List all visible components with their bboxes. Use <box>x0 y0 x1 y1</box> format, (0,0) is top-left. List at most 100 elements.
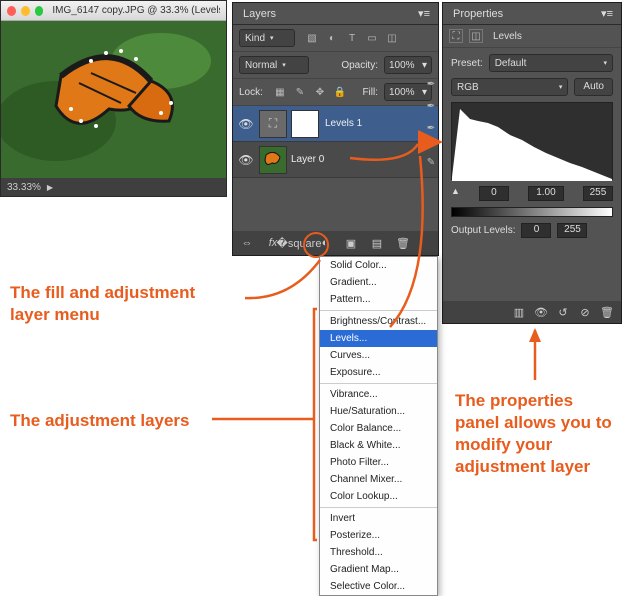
menu-item[interactable]: Posterize... <box>320 527 437 544</box>
adjustment-layer-menu[interactable]: Solid Color...Gradient...Pattern... Brigh… <box>319 256 438 596</box>
layers-footer: ⇔ fx �square ◐ ▣ ▤ 🗑 <box>233 231 438 255</box>
output-black-input[interactable]: 0 <box>521 223 551 238</box>
properties-tab[interactable]: Properties <box>443 4 513 24</box>
output-label: Output Levels: <box>451 225 515 236</box>
arrow-head-icon <box>529 328 541 342</box>
layer-name[interactable]: Levels 1 <box>325 118 362 129</box>
layer-row-image[interactable]: 👁 Layer 0 <box>233 142 438 178</box>
clip-to-layer-icon[interactable]: ▥ <box>511 304 527 320</box>
panel-menu-icon[interactable]: ▾≡ <box>410 7 438 20</box>
auto-button[interactable]: Auto <box>574 78 613 96</box>
zoom-level[interactable]: 33.33% <box>7 182 41 193</box>
slider-handle-icon[interactable]: ▲ <box>451 186 460 201</box>
levels-adjustment-icon: ⛶ <box>449 29 463 43</box>
layer-filter-kind[interactable]: Kind▾ <box>239 29 295 47</box>
eyedropper-gray-icon[interactable]: ✒ <box>424 99 438 113</box>
menu-item[interactable]: Levels... <box>320 330 437 347</box>
histogram[interactable] <box>451 102 613 180</box>
blend-mode-select[interactable]: Normal▾ <box>239 56 309 74</box>
new-layer-icon[interactable]: ▤ <box>369 235 385 251</box>
eyedropper-tools: ✒ ✒ ✒ ✎ <box>421 77 441 169</box>
menu-item[interactable]: Channel Mixer... <box>320 471 437 488</box>
menu-item[interactable]: Gradient... <box>320 274 437 291</box>
filter-smart-icon[interactable]: ◫ <box>385 31 399 45</box>
arrow-curve-2 <box>245 260 320 298</box>
eyedropper-white-icon[interactable]: ✒ <box>424 121 438 135</box>
status-bar: 33.33% ▶ <box>1 178 226 196</box>
opacity-input[interactable]: 100%▾ <box>384 56 432 74</box>
levels-histogram-icon: ⛶ <box>269 116 277 131</box>
layers-panel: Layers ▾≡ Kind▾ ▧ ◐ T ▭ ◫ Normal▾ Opacit… <box>232 2 439 256</box>
adjustment-thumb: ⛶ <box>259 110 287 138</box>
menu-item[interactable]: Black & White... <box>320 437 437 454</box>
edit-icon[interactable]: ✎ <box>424 155 438 169</box>
chevron-right-icon[interactable]: ▶ <box>47 183 53 192</box>
layer-row-levels[interactable]: 👁 ⛶ Levels 1 <box>233 106 438 142</box>
butterfly-image <box>1 21 226 178</box>
preset-select[interactable]: Default▾ <box>489 54 613 72</box>
window-title: IMG_6147 copy.JPG @ 33.3% (Levels 1,... <box>52 5 220 16</box>
menu-item[interactable]: Selective Color... <box>320 578 437 595</box>
lock-position-icon[interactable]: ✥ <box>313 85 327 99</box>
layers-filter-row: Kind▾ ▧ ◐ T ▭ ◫ <box>233 25 438 52</box>
mask-icon[interactable]: ◫ <box>469 29 483 43</box>
menu-item[interactable]: Color Lookup... <box>320 488 437 505</box>
link-layers-icon[interactable]: ⇔ <box>239 235 255 251</box>
delete-adjustment-icon[interactable]: 🗑 <box>599 304 615 320</box>
menu-item[interactable]: Gradient Map... <box>320 561 437 578</box>
lock-pixels-icon[interactable]: ✎ <box>293 85 307 99</box>
close-icon[interactable] <box>7 6 16 16</box>
input-white-input[interactable]: 255 <box>583 186 613 201</box>
layer-name[interactable]: Layer 0 <box>291 154 324 165</box>
menu-item[interactable]: Solid Color... <box>320 257 437 274</box>
menu-item[interactable]: Vibrance... <box>320 386 437 403</box>
window-titlebar[interactable]: IMG_6147 copy.JPG @ 33.3% (Levels 1,... <box>1 1 226 21</box>
reset-icon[interactable]: ↺ <box>555 304 571 320</box>
fill-label: Fill: <box>362 87 378 98</box>
menu-item[interactable]: Invert <box>320 510 437 527</box>
input-black-input[interactable]: 0 <box>479 186 509 201</box>
input-levels-row: ▲ 0 1.00 255 <box>451 186 613 201</box>
minimize-icon[interactable] <box>21 6 30 16</box>
add-mask-icon[interactable]: �square <box>291 235 307 251</box>
output-gradient[interactable] <box>451 207 613 217</box>
visibility-toggle-icon[interactable]: 👁 <box>233 117 259 131</box>
menu-item[interactable]: Photo Filter... <box>320 454 437 471</box>
filter-adjustment-icon[interactable]: ◐ <box>325 31 339 45</box>
filter-shape-icon[interactable]: ▭ <box>365 31 379 45</box>
menu-item[interactable]: Hue/Saturation... <box>320 403 437 420</box>
filter-pixel-icon[interactable]: ▧ <box>305 31 319 45</box>
adjustment-type-label: Levels <box>493 31 522 42</box>
lock-transparent-icon[interactable]: ▦ <box>273 85 287 99</box>
layer-mask-thumb[interactable] <box>291 110 319 138</box>
eyedropper-black-icon[interactable]: ✒ <box>424 77 438 91</box>
lock-all-icon[interactable]: 🔒 <box>333 85 347 99</box>
toggle-visibility-icon[interactable]: ⊘ <box>577 304 593 320</box>
menu-item[interactable]: Color Balance... <box>320 420 437 437</box>
menu-item[interactable]: Exposure... <box>320 364 437 381</box>
menu-item[interactable]: Pattern... <box>320 291 437 308</box>
properties-type-row: ⛶ ◫ Levels <box>443 25 621 48</box>
opacity-label: Opacity: <box>341 60 378 71</box>
input-mid-input[interactable]: 1.00 <box>528 186 564 201</box>
channel-select[interactable]: RGB▾ <box>451 78 568 96</box>
output-white-input[interactable]: 255 <box>557 223 587 238</box>
image-canvas[interactable] <box>1 21 226 178</box>
filter-type-icon[interactable]: T <box>345 31 359 45</box>
new-adjustment-icon[interactable]: ◐ <box>317 235 333 251</box>
layers-tab[interactable]: Layers <box>233 4 286 24</box>
new-group-icon[interactable]: ▣ <box>343 235 359 251</box>
menu-item[interactable]: Threshold... <box>320 544 437 561</box>
lock-label: Lock: <box>239 87 263 98</box>
bracket <box>314 309 317 540</box>
maximize-icon[interactable] <box>35 6 44 16</box>
visibility-toggle-icon[interactable]: 👁 <box>233 153 259 167</box>
menu-item[interactable]: Curves... <box>320 347 437 364</box>
annotation-propspanel: The properties panel allows you to modif… <box>455 390 620 478</box>
delete-layer-icon[interactable]: 🗑 <box>395 235 411 251</box>
properties-panel: Properties ▾≡ ⛶ ◫ Levels Preset: Default… <box>442 2 622 324</box>
menu-item[interactable]: Brightness/Contrast... <box>320 313 437 330</box>
annotation-adjlayers: The adjustment layers <box>10 410 190 432</box>
view-previous-icon[interactable]: 👁 <box>533 304 549 320</box>
panel-menu-icon[interactable]: ▾≡ <box>593 7 621 20</box>
